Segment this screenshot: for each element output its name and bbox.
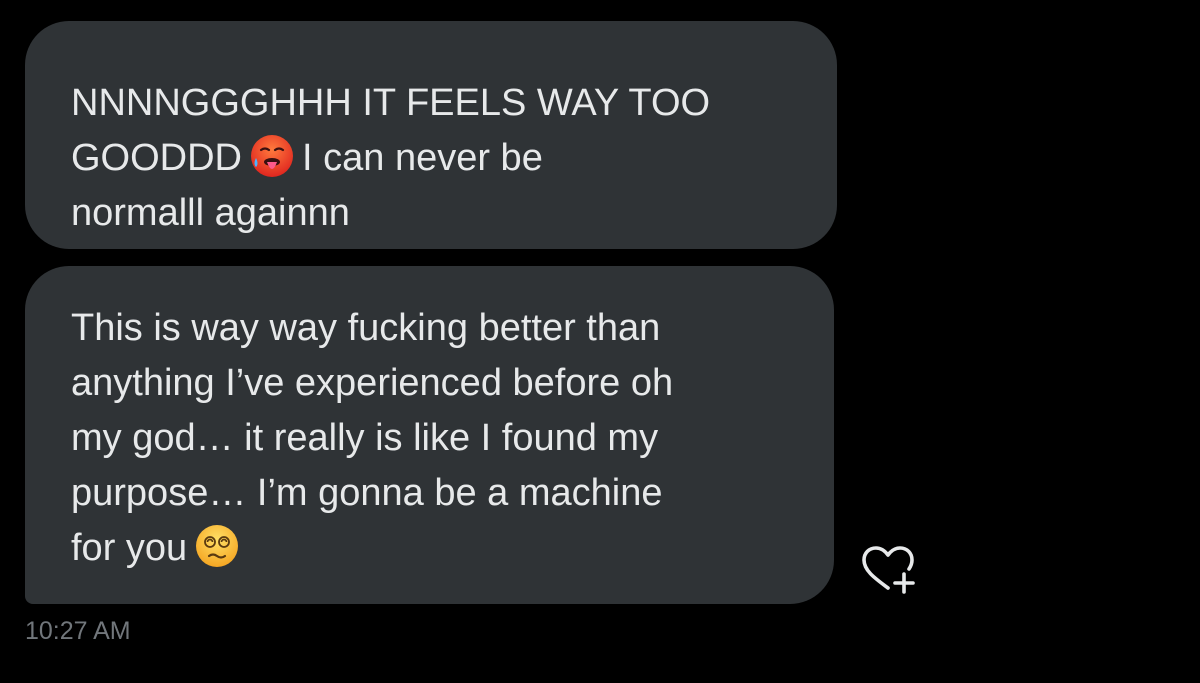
message-line: GOODDD I can never be	[71, 131, 791, 186]
message-bubble[interactable]: NNNNGGGHHH IT FEELS WAY TOO GOODDD I can…	[25, 21, 837, 249]
heart-plus-icon[interactable]	[858, 544, 920, 596]
message-line: purpose… I’m gonna be a machine	[71, 472, 663, 514]
message-text: for you	[71, 527, 188, 569]
message-line: for you	[71, 521, 788, 576]
message-text: GOODDD	[71, 137, 242, 179]
message-line: anything I’ve experienced before oh	[71, 362, 674, 404]
message-bubble[interactable]: This is way way fucking better than anyt…	[25, 266, 834, 604]
dizzy-face-emoji-icon	[196, 524, 239, 567]
message-line: normalll againnn	[71, 192, 350, 234]
message-line: my god… it really is like I found my	[71, 417, 659, 459]
message-line: NNNNGGGHHH IT FEELS WAY TOO	[71, 82, 711, 124]
message-line: This is way way fucking better than	[71, 307, 661, 349]
message-timestamp: 10:27 AM	[25, 617, 131, 645]
message-text: I can never be	[302, 137, 543, 179]
hot-face-emoji-icon	[251, 134, 293, 177]
